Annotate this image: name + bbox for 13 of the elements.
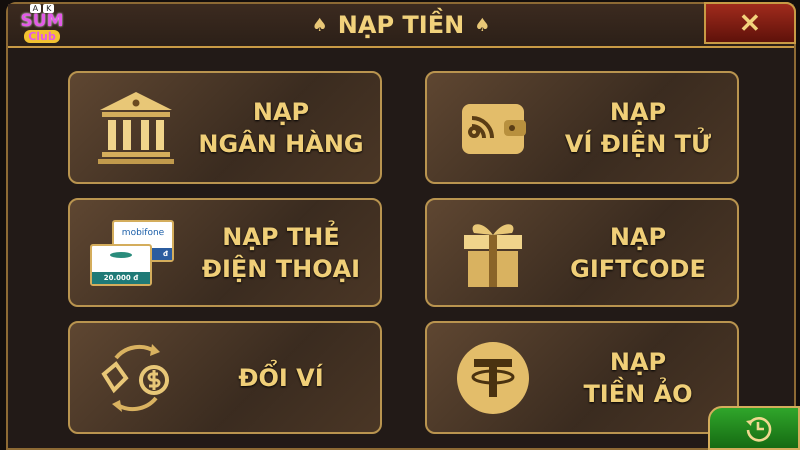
spade-symbol: ♠ xyxy=(474,14,490,36)
history-icon xyxy=(744,414,772,442)
logo: A K SUM Club xyxy=(20,4,64,45)
menu-option-button[interactable]: ĐỔI VÍ xyxy=(68,321,382,434)
menu-option-button[interactable]: NẠP VÍ ĐIỆN TỬ xyxy=(425,71,739,184)
spade-symbol: ♠ xyxy=(312,14,328,36)
menu-option-button[interactable]: NẠP GIFTCODE xyxy=(425,198,739,307)
menu-option-button[interactable]: NẠP TIỀN ẢO xyxy=(425,321,739,434)
menu-option-button[interactable]: NẠP NGÂN HÀNG xyxy=(68,71,382,184)
bank-icon xyxy=(96,90,176,166)
history-button[interactable] xyxy=(708,406,800,450)
close-button[interactable]: ✕ xyxy=(704,2,796,44)
tether-coin-icon xyxy=(456,340,530,414)
